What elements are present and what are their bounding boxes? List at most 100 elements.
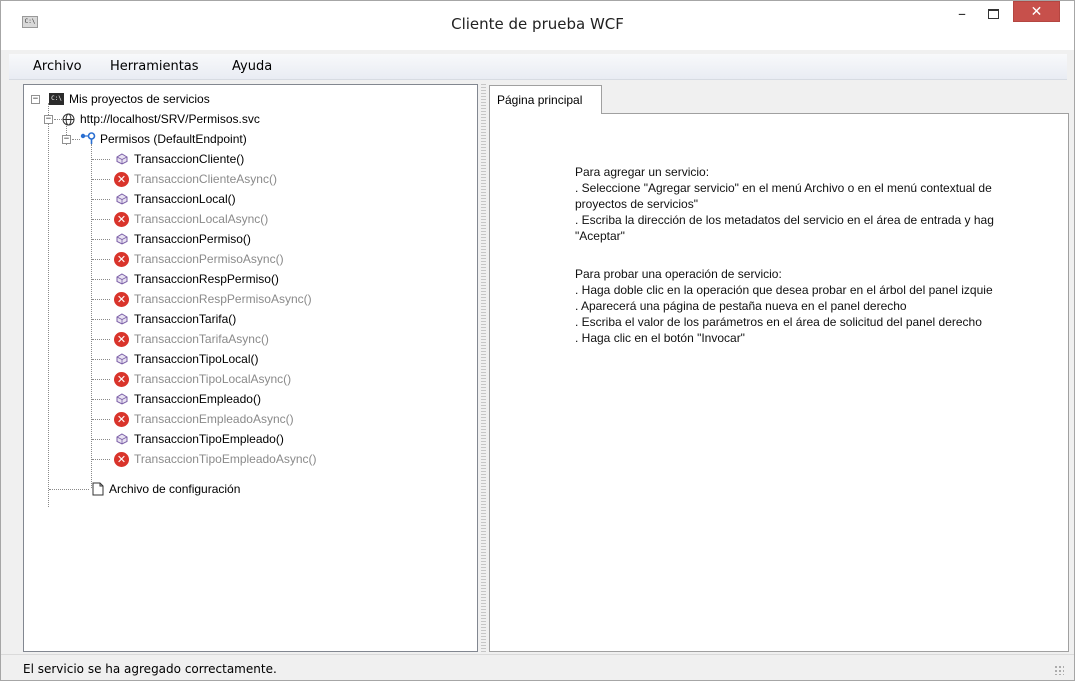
help-line: . Aparecerá una página de pestaña nueva … [575,299,907,313]
tree-connector [92,199,110,200]
tree-connector [92,259,110,260]
tree-operation-label: TransaccionRespPermisoAsync() [134,292,312,306]
tree-connector [54,119,62,120]
tree-operation-label: TransaccionTarifaAsync() [134,332,269,346]
tree-operation-label: TransaccionRespPermiso() [134,272,279,286]
tree-operation-label: TransaccionEmpleadoAsync() [134,412,294,426]
status-bar: El servicio se ha agregado correctamente… [1,654,1074,680]
window-title: Cliente de prueba WCF [451,15,624,33]
close-button[interactable]: ✕ [1013,1,1060,22]
file-icon [92,482,104,496]
collapse-toggle[interactable]: − [31,95,40,104]
tree-operation[interactable]: TransaccionRespPermiso() [24,269,464,289]
error-icon: ✕ [114,292,129,307]
error-icon: ✕ [114,212,129,227]
tree-operation[interactable]: ✕ TransaccionClienteAsync() [24,169,464,189]
tree-node-label: Permisos (DefaultEndpoint) [100,132,247,146]
tree-connector [92,299,110,300]
tree-operation[interactable]: TransaccionTipoEmpleado() [24,429,464,449]
app-window: C:\ Cliente de prueba WCF – ✕ Archivo He… [0,0,1075,681]
add-service-help: Para agregar un servicio: . Seleccione "… [575,164,994,244]
tree-operation[interactable]: ✕ TransaccionEmpleadoAsync() [24,409,464,429]
tree-operation-label: TransaccionPermisoAsync() [134,252,284,266]
tree-operation-label: TransaccionTipoLocalAsync() [134,372,292,386]
tree-connector [49,489,89,490]
error-icon: ✕ [114,332,129,347]
tree-connector [72,139,80,140]
operation-icon [116,393,128,405]
tree-node-service[interactable]: − http://localhost/SRV/Permisos.svc [24,109,424,129]
tree-operation[interactable]: TransaccionEmpleado() [24,389,464,409]
tree-operation[interactable]: TransaccionTarifa() [24,309,464,329]
operation-icon [116,193,128,205]
help-heading: Para probar una operación de servicio: [575,267,782,281]
title-bar[interactable]: C:\ Cliente de prueba WCF – ✕ [1,1,1074,50]
tree-operation-label: TransaccionTipoLocal() [134,352,259,366]
tree-operation[interactable]: ✕ TransaccionTarifaAsync() [24,329,464,349]
tree-connector [92,319,110,320]
help-line: . Haga doble clic en la operación que de… [575,283,993,297]
tree-operation-label: TransaccionTipoEmpleado() [134,432,284,446]
maximize-button[interactable] [979,1,1007,30]
operation-icon [116,353,128,365]
help-line: . Escriba el valor de los parámetros en … [575,315,982,329]
tree-operation[interactable]: ✕ TransaccionLocalAsync() [24,209,464,229]
resize-grip-icon[interactable] [1054,665,1064,675]
tree-operation[interactable]: ✕ TransaccionPermisoAsync() [24,249,464,269]
tree-connector [92,379,110,380]
status-text: El servicio se ha agregado correctamente… [23,662,277,676]
menu-ayuda[interactable]: Ayuda [232,59,272,74]
tree-operation[interactable]: TransaccionCliente() [24,149,464,169]
tree-node-endpoint[interactable]: − Permisos (DefaultEndpoint) [24,129,424,149]
tree-operation[interactable]: TransaccionPermiso() [24,229,464,249]
tree-operation[interactable]: ✕ TransaccionTipoEmpleadoAsync() [24,449,464,469]
tree-connector [92,239,110,240]
operation-icon [116,433,128,445]
tree-operation[interactable]: ✕ TransaccionTipoLocalAsync() [24,369,464,389]
tree-connector [92,159,110,160]
tree-connector [92,339,110,340]
tree-node-label: http://localhost/SRV/Permisos.svc [80,112,260,126]
service-tree[interactable]: − C:\ Mis proyectos de servicios − http:… [23,84,478,652]
tree-operation-label: TransaccionPermiso() [134,232,251,246]
tree-connector [92,399,110,400]
tree-node-config[interactable]: Archivo de configuración [24,469,424,496]
main-content-panel: Para agregar un servicio: . Seleccione "… [489,113,1069,652]
tree-operation-label: TransaccionEmpleado() [134,392,261,406]
tree-connector [92,439,110,440]
tree-operation-label: TransaccionTipoEmpleadoAsync() [134,452,317,466]
tab-pagina-principal[interactable]: Página principal [489,85,602,114]
tree-connector [92,359,110,360]
tree-operation-label: TransaccionCliente() [134,152,245,166]
operation-icon [116,233,128,245]
tree-connector [92,179,110,180]
tree-connector [92,419,110,420]
endpoint-icon [80,132,96,144]
menu-bar: Archivo Herramientas Ayuda [9,54,1067,80]
menu-archivo[interactable]: Archivo [33,59,82,74]
panel-splitter[interactable] [481,84,486,652]
error-icon: ✕ [114,452,129,467]
menu-herramientas[interactable]: Herramientas [110,59,199,74]
tree-operation[interactable]: TransaccionTipoLocal() [24,349,464,369]
maximize-icon [988,9,999,19]
minimize-button[interactable]: – [948,3,976,32]
help-line: . Haga clic en el botón "Invocar" [575,331,745,345]
test-operation-help: Para probar una operación de servicio: .… [575,266,993,346]
tree-connector [92,279,110,280]
error-icon: ✕ [114,252,129,267]
tree-node-label: Mis proyectos de servicios [69,92,210,106]
error-icon: ✕ [114,172,129,187]
tree-operation-label: TransaccionLocalAsync() [134,212,269,226]
tree-operation-label: TransaccionClienteAsync() [134,172,277,186]
minimize-icon: – [958,4,966,23]
tree-operation[interactable]: ✕ TransaccionRespPermisoAsync() [24,289,464,309]
operation-icon [116,153,128,165]
collapse-toggle[interactable]: − [44,115,53,124]
tree-operation-label: TransaccionLocal() [134,192,236,206]
close-icon: ✕ [1030,4,1043,20]
help-line: . Escriba la dirección de los metadatos … [575,213,994,227]
tree-operation[interactable]: TransaccionLocal() [24,189,464,209]
error-icon: ✕ [114,372,129,387]
collapse-toggle[interactable]: − [62,135,71,144]
